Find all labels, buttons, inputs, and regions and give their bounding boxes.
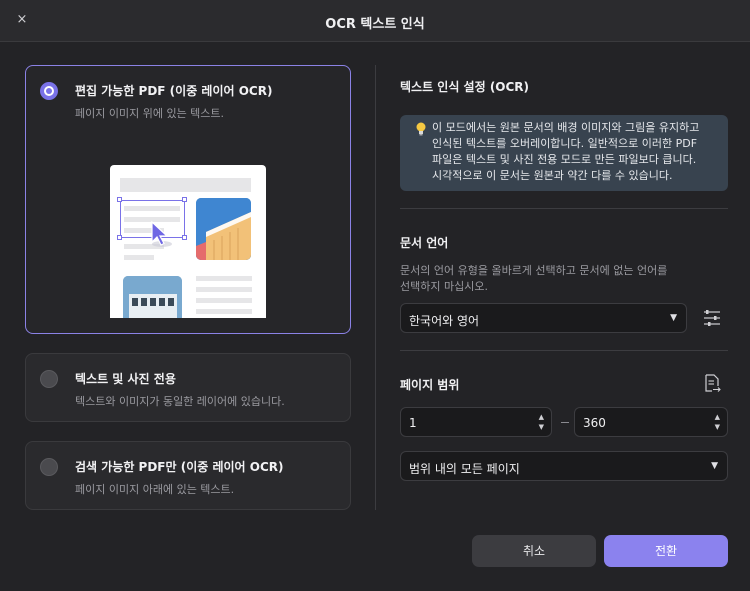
page-to-stepper[interactable]: ▲ ▼ xyxy=(715,412,720,432)
page-to-value: 360 xyxy=(583,416,606,430)
range-dash xyxy=(561,422,569,423)
caret-down-icon: ▼ xyxy=(670,313,677,323)
stepper-down-icon[interactable]: ▼ xyxy=(539,422,544,432)
info-text: 이 모드에서는 원본 문서의 배경 이미지와 그림을 유지하고 인식된 텍스트를… xyxy=(432,120,722,184)
title-bar: × OCR 텍스트 인식 xyxy=(0,0,750,42)
stepper-up-icon[interactable]: ▲ xyxy=(715,412,720,422)
radio-text-and-images[interactable] xyxy=(40,370,58,388)
page-from-stepper[interactable]: ▲ ▼ xyxy=(539,412,544,432)
ocr-settings-title: 텍스트 인식 설정 (OCR) xyxy=(400,80,530,94)
preview-line xyxy=(124,255,154,260)
desc-line: 문서의 언어 유형을 올바르게 선택하고 문서에 없는 언어를 xyxy=(400,264,668,277)
preview-line xyxy=(196,298,252,303)
page-from-input[interactable]: 1 ▲ ▼ xyxy=(400,407,552,437)
mode-option-editable-pdf[interactable]: 편집 가능한 PDF (이중 레이어 OCR) 페이지 이미지 위에 있는 텍스… xyxy=(25,65,351,334)
page-range-title: 페이지 범위 xyxy=(400,378,460,392)
page-range-select-value: 범위 내의 모든 페이지 xyxy=(409,462,520,476)
preview-header-bar xyxy=(120,178,251,192)
mode-title: 텍스트 및 사진 전용 xyxy=(75,372,176,386)
page-range-document-icon[interactable] xyxy=(703,374,721,397)
document-preview-illustration xyxy=(110,165,266,318)
page-from-value: 1 xyxy=(409,416,417,430)
language-select[interactable]: 한국어와 영어 ▼ xyxy=(400,303,687,333)
selection-handle xyxy=(117,235,122,240)
info-line: 이 모드에서는 원본 문서의 배경 이미지와 그림을 유지하고 xyxy=(432,121,700,134)
building-image-icon xyxy=(196,198,251,260)
radio-searchable-pdf[interactable] xyxy=(40,458,58,476)
selection-handle xyxy=(182,197,187,202)
stepper-down-icon[interactable]: ▼ xyxy=(715,422,720,432)
window-title: OCR 텍스트 인식 xyxy=(325,17,425,32)
desc-line: 선택하지 마십시오. xyxy=(400,280,488,293)
preview-line xyxy=(196,276,252,281)
selection-handle xyxy=(117,197,122,202)
page-range-select[interactable]: 범위 내의 모든 페이지 ▼ xyxy=(400,451,728,481)
mode-title: 검색 가능한 PDF만 (이중 레이어 OCR) xyxy=(75,460,284,474)
mode-option-text-and-images[interactable]: 텍스트 및 사진 전용 텍스트와 이미지가 동일한 레이어에 있습니다. xyxy=(25,353,351,422)
lightbulb-icon xyxy=(415,121,427,140)
stepper-up-icon[interactable]: ▲ xyxy=(539,412,544,422)
language-select-value: 한국어와 영어 xyxy=(409,314,480,328)
info-box: 이 모드에서는 원본 문서의 배경 이미지와 그림을 유지하고 인식된 텍스트를… xyxy=(400,115,728,191)
office-building-image-icon xyxy=(123,276,182,318)
document-language-desc: 문서의 언어 유형을 올바르게 선택하고 문서에 없는 언어를 선택하지 마십시… xyxy=(400,263,728,295)
info-line: 파일은 텍스트 및 사진 전용 모드로 만든 파일보다 큽니다. xyxy=(432,153,697,166)
info-line: 인식된 텍스트를 오버레이합니다. 일반적으로 이러한 PDF xyxy=(432,137,698,150)
caret-down-icon: ▼ xyxy=(711,461,718,471)
section-divider xyxy=(400,208,728,209)
info-line: 시각적으로 이 문서는 원본과 약간 다를 수 있습니다. xyxy=(432,169,673,182)
preview-line xyxy=(196,287,252,292)
page-to-input[interactable]: 360 ▲ ▼ xyxy=(574,407,728,437)
cursor-arrow-icon xyxy=(151,220,172,247)
preview-line xyxy=(196,309,252,314)
mode-desc: 페이지 이미지 아래에 있는 텍스트. xyxy=(75,483,235,496)
mode-option-searchable-pdf[interactable]: 검색 가능한 PDF만 (이중 레이어 OCR) 페이지 이미지 아래에 있는 … xyxy=(25,441,351,510)
selection-handle xyxy=(182,235,187,240)
convert-button[interactable]: 전환 xyxy=(604,535,728,567)
radio-editable-pdf[interactable] xyxy=(40,82,58,100)
vertical-divider xyxy=(375,65,376,510)
mode-desc: 페이지 이미지 위에 있는 텍스트. xyxy=(75,107,225,120)
cancel-button[interactable]: 취소 xyxy=(472,535,596,567)
section-divider xyxy=(400,350,728,351)
mode-title: 편집 가능한 PDF (이중 레이어 OCR) xyxy=(75,84,273,98)
language-settings-sliders-icon[interactable] xyxy=(703,309,721,330)
mode-desc: 텍스트와 이미지가 동일한 레이어에 있습니다. xyxy=(75,395,285,408)
document-language-title: 문서 언어 xyxy=(400,236,449,250)
